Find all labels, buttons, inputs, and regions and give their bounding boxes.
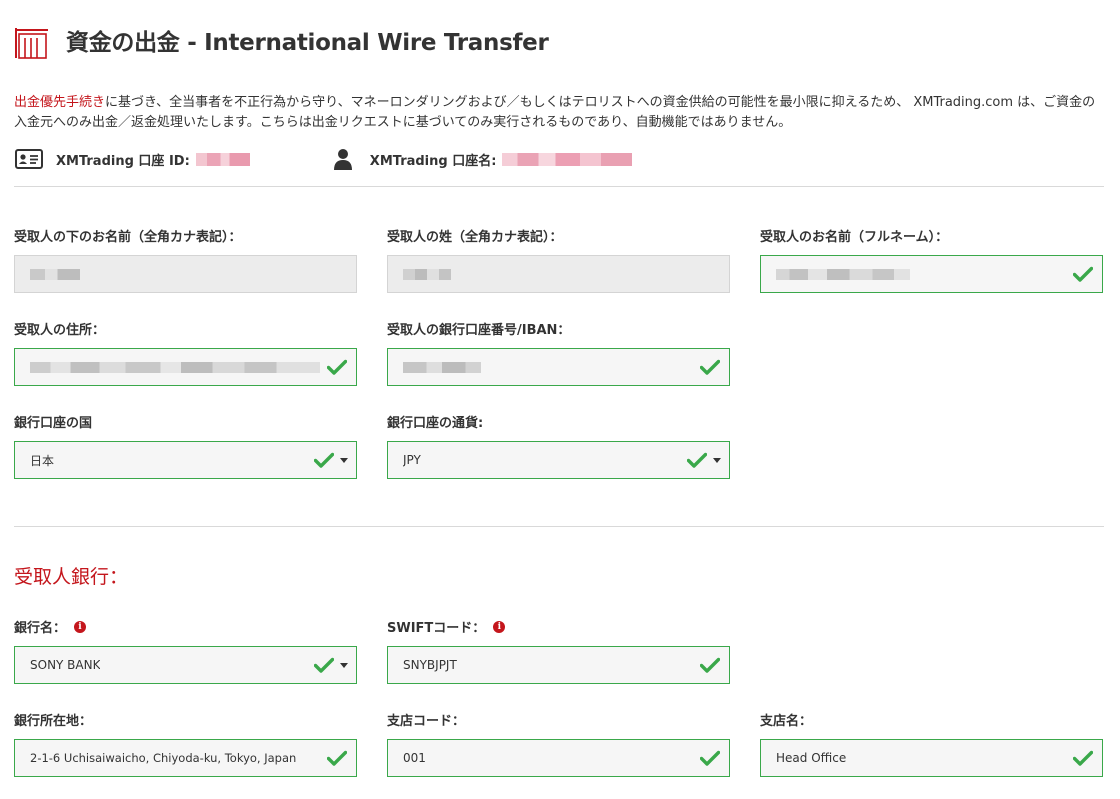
withdrawal-notice: 出金優先手続きに基づき、全当事者を不正行為から守り、マネーロンダリングおよび／も… bbox=[14, 93, 1104, 133]
account-number-label: 受取人の銀行口座番号/IBAN： bbox=[387, 323, 571, 338]
checkmark-icon bbox=[314, 452, 334, 468]
account-name-label: XMTrading 口座名: bbox=[369, 153, 497, 169]
last-name-label: 受取人の姓（全角カナ表記）： bbox=[387, 230, 563, 245]
checkmark-icon bbox=[687, 452, 707, 468]
bank-name-value: SONY BANK bbox=[30, 658, 101, 672]
checkmark-icon bbox=[700, 750, 720, 766]
account-info: XMTrading 口座 ID: XMTrading 口座名: bbox=[14, 146, 633, 172]
checkmark-icon bbox=[327, 750, 347, 766]
branch-name-label: 支店名： bbox=[760, 714, 813, 729]
caret-down-icon[interactable] bbox=[340, 458, 348, 463]
checkmark-icon bbox=[327, 359, 347, 375]
first-name-field[interactable] bbox=[14, 255, 357, 293]
first-name-value bbox=[30, 268, 80, 280]
bank-name-label-text: 銀行名： bbox=[14, 621, 67, 636]
withdrawal-policy-link[interactable]: 出金優先手続き bbox=[14, 95, 105, 110]
country-value: 日本 bbox=[30, 453, 55, 468]
full-name-field[interactable] bbox=[760, 255, 1103, 293]
branch-code-label: 支店コード： bbox=[387, 714, 466, 729]
branch-code-value: 001 bbox=[403, 751, 426, 765]
checkmark-icon bbox=[314, 657, 334, 673]
swift-code-value: SNYBJPJT bbox=[403, 658, 457, 672]
currency-select[interactable]: JPY bbox=[387, 441, 730, 479]
bank-address-field[interactable]: 2-1-6 Uchisaiwaicho, Chiyoda-ku, Tokyo, … bbox=[14, 739, 357, 777]
info-icon[interactable]: i bbox=[74, 620, 87, 633]
notice-text: に基づき、全当事者を不正行為から守り、マネーロンダリングおよび／もしくはテロリス… bbox=[14, 95, 1096, 130]
checkmark-icon bbox=[700, 657, 720, 673]
account-name-value bbox=[502, 152, 633, 166]
bank-address-label: 銀行所在地： bbox=[14, 714, 93, 729]
checkmark-icon bbox=[1073, 266, 1093, 282]
country-label: 銀行口座の国 bbox=[14, 416, 93, 431]
currency-label: 銀行口座の通貨: bbox=[387, 416, 484, 431]
address-value bbox=[30, 361, 320, 373]
checkmark-icon bbox=[700, 359, 720, 375]
last-name-value bbox=[403, 268, 451, 280]
caret-down-icon[interactable] bbox=[340, 663, 348, 668]
address-label: 受取人の住所： bbox=[14, 323, 106, 338]
account-id-value bbox=[195, 152, 250, 166]
account-number-value bbox=[403, 361, 481, 373]
divider bbox=[14, 186, 1104, 187]
account-number-field[interactable] bbox=[387, 348, 730, 386]
bank-name-select[interactable]: SONY BANK bbox=[14, 646, 357, 684]
bank-name-label: 銀行名： i bbox=[14, 617, 87, 636]
swift-label-text: SWIFTコード： bbox=[387, 621, 486, 636]
first-name-label: 受取人の下のお名前（全角カナ表記）： bbox=[14, 230, 242, 245]
address-field[interactable] bbox=[14, 348, 357, 386]
full-name-label: 受取人のお名前（フルネーム）： bbox=[760, 230, 949, 245]
bank-section-title: 受取人銀行： bbox=[14, 566, 129, 588]
branch-name-value: Head Office bbox=[776, 751, 847, 765]
bank-address-value: 2-1-6 Uchisaiwaicho, Chiyoda-ku, Tokyo, … bbox=[30, 751, 297, 765]
currency-value: JPY bbox=[403, 453, 421, 467]
account-name-item: XMTrading 口座名: bbox=[328, 148, 633, 170]
country-select[interactable]: 日本 bbox=[14, 441, 357, 479]
caret-down-icon[interactable] bbox=[713, 458, 721, 463]
page-title: 資金の出金 - International Wire Transfer bbox=[66, 30, 549, 56]
page-header: 資金の出金 - International Wire Transfer bbox=[14, 20, 549, 60]
info-icon[interactable]: i bbox=[493, 620, 506, 633]
branch-name-field[interactable]: Head Office bbox=[760, 739, 1103, 777]
account-id-label: XMTrading 口座 ID: bbox=[56, 153, 190, 169]
withdrawal-icon bbox=[14, 20, 50, 60]
checkmark-icon bbox=[1073, 750, 1093, 766]
user-icon bbox=[328, 148, 358, 170]
branch-code-field[interactable]: 001 bbox=[387, 739, 730, 777]
swift-label: SWIFTコード： i bbox=[387, 617, 506, 636]
swift-code-field[interactable]: SNYBJPJT bbox=[387, 646, 730, 684]
full-name-value bbox=[776, 268, 910, 280]
account-id-item: XMTrading 口座 ID: bbox=[14, 148, 250, 170]
divider bbox=[14, 526, 1104, 527]
last-name-field[interactable] bbox=[387, 255, 730, 293]
id-card-icon bbox=[14, 148, 44, 170]
